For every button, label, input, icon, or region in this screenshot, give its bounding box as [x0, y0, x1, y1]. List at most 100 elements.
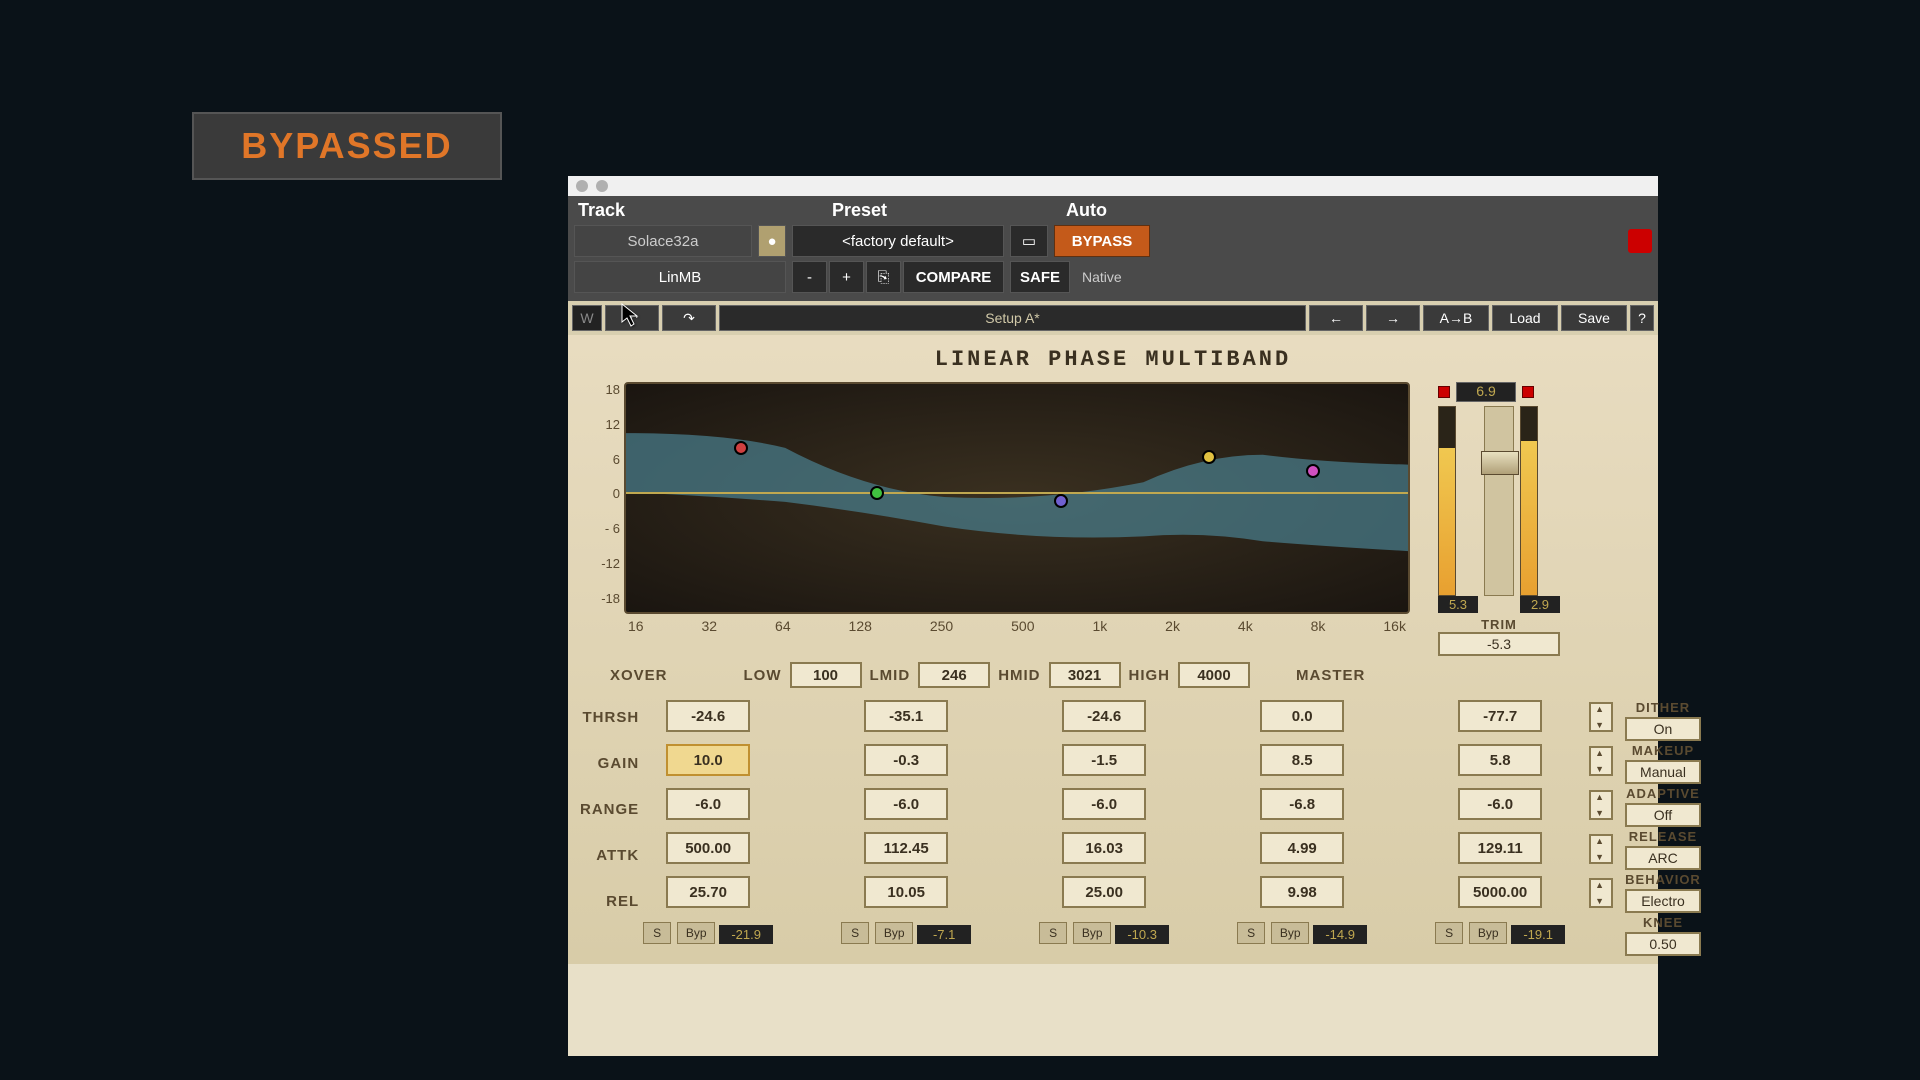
xover-hmid-field[interactable]: 3021 — [1049, 662, 1121, 688]
release-field[interactable]: ARC — [1625, 846, 1701, 870]
xover-label: XOVER — [610, 667, 668, 684]
trim-fader[interactable] — [1484, 406, 1514, 596]
attk-field-1[interactable]: 112.45 — [864, 832, 948, 864]
thrsh-field-4[interactable]: -77.7 — [1458, 700, 1542, 732]
xover-lmid-field[interactable]: 246 — [918, 662, 990, 688]
redo-button[interactable]: ↷ — [662, 305, 716, 331]
rel-field-4[interactable]: 5000.00 — [1458, 876, 1542, 908]
rel-field-2[interactable]: 25.00 — [1062, 876, 1146, 908]
minimize-dot-icon[interactable] — [596, 180, 608, 192]
minus-button[interactable]: - — [792, 261, 827, 293]
eq-graph[interactable] — [624, 382, 1410, 614]
gain-field-4[interactable]: 5.8 — [1458, 744, 1542, 776]
solo-button-4[interactable]: S — [1435, 922, 1463, 944]
thrsh-field-1[interactable]: -35.1 — [864, 700, 948, 732]
ab-compare-button[interactable]: A→B — [1423, 305, 1489, 331]
close-button[interactable] — [1628, 229, 1652, 253]
range-field-4[interactable]: -6.0 — [1458, 788, 1542, 820]
release-label: RELEASE — [1625, 829, 1701, 844]
solo-button-3[interactable]: S — [1237, 922, 1265, 944]
range-field-0[interactable]: -6.0 — [666, 788, 750, 820]
next-preset-button[interactable]: → — [1366, 305, 1420, 331]
master-thrsh-spinner[interactable] — [1589, 702, 1613, 732]
output-meter-right — [1520, 406, 1538, 596]
xover-low-field[interactable]: 100 — [790, 662, 862, 688]
plus-button[interactable]: + — [829, 261, 864, 293]
zero-line — [626, 492, 1408, 494]
track-selector[interactable]: Solace32a — [574, 225, 752, 257]
solo-button-2[interactable]: S — [1039, 922, 1067, 944]
attk-field-4[interactable]: 129.11 — [1458, 832, 1542, 864]
trim-label: TRIM — [1438, 617, 1560, 632]
help-button[interactable]: ? — [1630, 305, 1654, 331]
range-field-3[interactable]: -6.8 — [1260, 788, 1344, 820]
band-node-lmid[interactable] — [870, 486, 884, 500]
trim-value[interactable]: -5.3 — [1438, 632, 1560, 656]
band-node-mid[interactable] — [1054, 494, 1068, 508]
close-dot-icon[interactable] — [576, 180, 588, 192]
attk-field-2[interactable]: 16.03 — [1062, 832, 1146, 864]
gain-field-3[interactable]: 8.5 — [1260, 744, 1344, 776]
master-rel-spinner[interactable] — [1589, 878, 1613, 908]
attk-row-label: ATTK — [580, 840, 639, 870]
thrsh-field-2[interactable]: -24.6 — [1062, 700, 1146, 732]
load-button[interactable]: Load — [1492, 305, 1558, 331]
band-column-1: -35.1-0.3-6.0112.4510.05SByp-7.1 — [841, 700, 971, 956]
plugin-body: LINEAR PHASE MULTIBAND 18 12 6 0 - 6 -12… — [568, 335, 1658, 964]
save-button[interactable]: Save — [1561, 305, 1627, 331]
band-node-high[interactable] — [1306, 464, 1320, 478]
plugin-selector[interactable]: LinMB — [574, 261, 786, 293]
solo-button-0[interactable]: S — [643, 922, 671, 944]
preset-folder-icon[interactable]: ▭ — [1010, 225, 1048, 257]
setup-display[interactable]: Setup A* — [719, 305, 1306, 331]
range-field-2[interactable]: -6.0 — [1062, 788, 1146, 820]
range-field-1[interactable]: -6.0 — [864, 788, 948, 820]
makeup-field[interactable]: Manual — [1625, 760, 1701, 784]
gain-field-1[interactable]: -0.3 — [864, 744, 948, 776]
trim-fader-knob[interactable] — [1481, 451, 1519, 475]
meter-peak-value[interactable]: 6.9 — [1456, 382, 1516, 402]
behavior-field[interactable]: Electro — [1625, 889, 1701, 913]
x-tick: 1k — [1092, 618, 1107, 634]
band-bypass-button-1[interactable]: Byp — [875, 922, 913, 944]
dither-field[interactable]: On — [1625, 717, 1701, 741]
band-node-hmid[interactable] — [1202, 450, 1216, 464]
rel-field-0[interactable]: 25.70 — [666, 876, 750, 908]
safe-button[interactable]: SAFE — [1010, 261, 1070, 293]
attk-field-3[interactable]: 4.99 — [1260, 832, 1344, 864]
copy-icon[interactable]: ⎘ — [866, 261, 901, 293]
band-bypass-button-3[interactable]: Byp — [1271, 922, 1309, 944]
compare-button[interactable]: COMPARE — [903, 261, 1004, 293]
solo-button-1[interactable]: S — [841, 922, 869, 944]
hmid-label: HMID — [998, 667, 1040, 684]
master-gain-spinner[interactable] — [1589, 746, 1613, 776]
xover-high-field[interactable]: 4000 — [1178, 662, 1250, 688]
band-node-low[interactable] — [734, 441, 748, 455]
preset-selector[interactable]: <factory default> — [792, 225, 1004, 257]
output-meter-left — [1438, 406, 1456, 596]
attk-field-0[interactable]: 500.00 — [666, 832, 750, 864]
master-attk-spinner[interactable] — [1589, 834, 1613, 864]
link-button[interactable]: ● — [758, 225, 786, 257]
clip-indicator-left[interactable] — [1438, 386, 1450, 398]
x-axis: 16 32 64 128 250 500 1k 2k 4k 8k 16k — [624, 614, 1410, 634]
adaptive-field[interactable]: Off — [1625, 803, 1701, 827]
knee-field[interactable]: 0.50 — [1625, 932, 1701, 956]
band-bypass-button-2[interactable]: Byp — [1073, 922, 1111, 944]
thrsh-field-3[interactable]: 0.0 — [1260, 700, 1344, 732]
rel-field-1[interactable]: 10.05 — [864, 876, 948, 908]
window-titlebar[interactable] — [568, 176, 1658, 196]
thrsh-field-0[interactable]: -24.6 — [666, 700, 750, 732]
master-range-spinner[interactable] — [1589, 790, 1613, 820]
clip-indicator-right[interactable] — [1522, 386, 1534, 398]
waves-logo-icon[interactable]: W — [572, 305, 602, 331]
y-tick: 6 — [594, 452, 620, 467]
x-tick: 32 — [702, 618, 718, 634]
rel-field-3[interactable]: 9.98 — [1260, 876, 1344, 908]
band-bypass-button-0[interactable]: Byp — [677, 922, 715, 944]
bypass-button[interactable]: BYPASS — [1054, 225, 1150, 257]
band-bypass-button-4[interactable]: Byp — [1469, 922, 1507, 944]
gain-field-2[interactable]: -1.5 — [1062, 744, 1146, 776]
prev-preset-button[interactable]: ← — [1309, 305, 1363, 331]
gain-field-0[interactable]: 10.0 — [666, 744, 750, 776]
